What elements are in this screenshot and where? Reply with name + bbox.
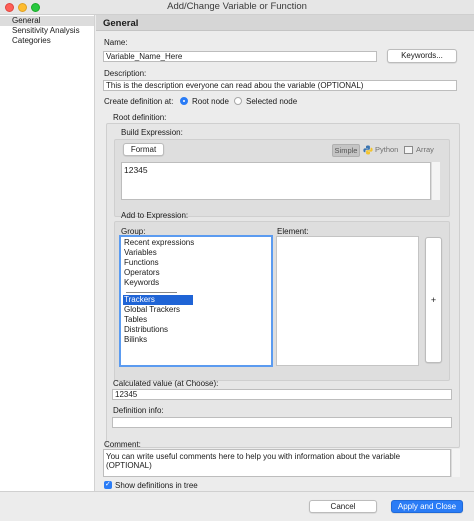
- python-mode-button[interactable]: Python: [375, 144, 398, 155]
- root-node-label: Root node: [192, 97, 229, 106]
- root-node-radio[interactable]: [180, 97, 188, 105]
- expression-text: 12345: [124, 165, 148, 175]
- section-header: General: [96, 15, 474, 31]
- selected-node-label: Selected node: [246, 97, 298, 106]
- create-definition-label: Create definition at:: [104, 97, 174, 106]
- cancel-button[interactable]: Cancel: [309, 500, 377, 513]
- section-title: General: [103, 18, 139, 29]
- add-to-expression-label: Add to Expression:: [121, 211, 189, 220]
- list-item[interactable]: Bilinks: [124, 335, 147, 345]
- sidebar-item-general[interactable]: General: [0, 16, 94, 26]
- definition-info-field: [112, 417, 452, 428]
- root-definition-label: Root definition:: [113, 113, 167, 122]
- format-button[interactable]: Format: [123, 143, 164, 156]
- list-item[interactable]: Functions: [124, 258, 159, 268]
- list-item[interactable]: Global Trackers: [124, 305, 180, 315]
- name-field[interactable]: Variable_Name_Here: [103, 51, 377, 62]
- apply-and-close-button[interactable]: Apply and Close: [391, 500, 463, 513]
- expression-editor[interactable]: 12345: [121, 162, 431, 200]
- build-expression-label: Build Expression:: [121, 128, 183, 137]
- selected-node-radio[interactable]: [234, 97, 242, 105]
- comment-scrollbar[interactable]: [451, 449, 460, 477]
- array-mode-button[interactable]: Array: [416, 144, 434, 155]
- comment-field[interactable]: You can write useful comments here to he…: [103, 449, 451, 477]
- simple-mode-button[interactable]: Simple: [332, 144, 360, 157]
- calculated-value-field: 12345: [112, 389, 452, 400]
- array-icon: [404, 146, 413, 154]
- description-label: Description:: [104, 69, 147, 78]
- expression-scrollbar[interactable]: [431, 162, 440, 200]
- sidebar-item-sensitivity-analysis[interactable]: Sensitivity Analysis: [0, 26, 94, 36]
- list-item[interactable]: Variables: [124, 248, 157, 258]
- comment-label: Comment:: [104, 440, 141, 449]
- description-field[interactable]: This is the description everyone can rea…: [103, 80, 457, 91]
- window-titlebar: Add/Change Variable or Function: [0, 0, 474, 15]
- list-item[interactable]: Operators: [124, 268, 160, 278]
- name-label: Name:: [104, 38, 128, 47]
- sidebar: General Sensitivity Analysis Categories: [0, 15, 95, 491]
- window-title: Add/Change Variable or Function: [167, 1, 307, 12]
- list-item[interactable]: Tables: [124, 315, 147, 325]
- group-separator: [121, 292, 271, 293]
- list-item[interactable]: Distributions: [124, 325, 168, 335]
- python-icon: [363, 145, 373, 155]
- element-label: Element:: [277, 227, 309, 236]
- element-list[interactable]: [276, 236, 419, 366]
- general-panel: General Name: Variable_Name_Here Keyword…: [96, 15, 474, 491]
- list-item[interactable]: Keywords: [124, 278, 159, 288]
- keywords-button[interactable]: Keywords...: [387, 49, 457, 63]
- comment-text: You can write useful comments here to he…: [106, 452, 401, 470]
- add-to-expression-button[interactable]: +: [425, 237, 442, 363]
- group-list[interactable]: Recent expressions Variables Functions O…: [119, 235, 273, 367]
- show-definitions-checkbox[interactable]: [104, 480, 112, 489]
- sidebar-item-categories[interactable]: Categories: [0, 36, 94, 46]
- definition-info-label: Definition info:: [113, 406, 164, 415]
- calculated-value-label: Calculated value (at Choose):: [113, 379, 219, 388]
- show-definitions-label: Show definitions in tree: [115, 481, 198, 490]
- list-item-selected[interactable]: Trackers: [123, 295, 193, 305]
- list-item[interactable]: Recent expressions: [124, 238, 194, 248]
- dialog-footer: Cancel Apply and Close: [0, 491, 474, 521]
